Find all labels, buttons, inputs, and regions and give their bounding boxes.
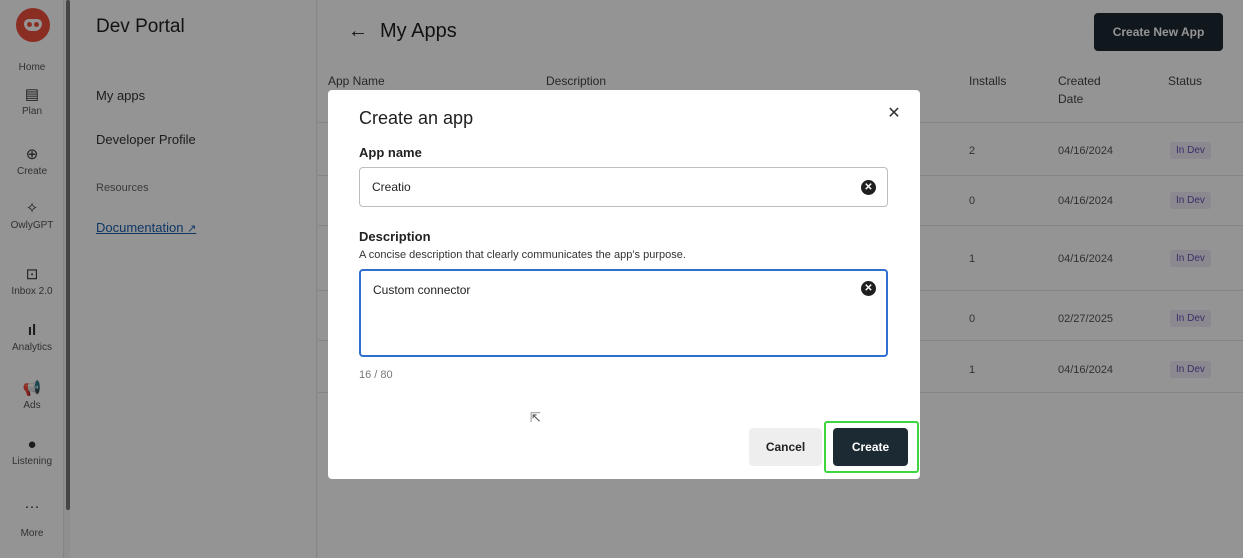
- mouse-cursor-icon: ⇱: [530, 410, 541, 425]
- app-name-input[interactable]: [359, 167, 888, 207]
- description-helper-text: A concise description that clearly commu…: [359, 249, 686, 261]
- clear-description-icon[interactable]: ✕: [861, 281, 876, 296]
- app-name-label: App name: [359, 145, 422, 160]
- description-textarea[interactable]: Custom connector: [359, 269, 888, 357]
- clear-app-name-icon[interactable]: ✕: [861, 180, 876, 195]
- cancel-button[interactable]: Cancel: [749, 428, 822, 466]
- description-label: Description: [359, 229, 431, 244]
- dialog-title: Create an app: [359, 108, 474, 128]
- character-counter: 16 / 80: [359, 369, 393, 381]
- create-app-dialog: Create an app ✕ App name ✕ Description A…: [328, 90, 920, 479]
- close-icon[interactable]: ✕: [884, 104, 904, 124]
- create-button[interactable]: Create: [833, 428, 908, 466]
